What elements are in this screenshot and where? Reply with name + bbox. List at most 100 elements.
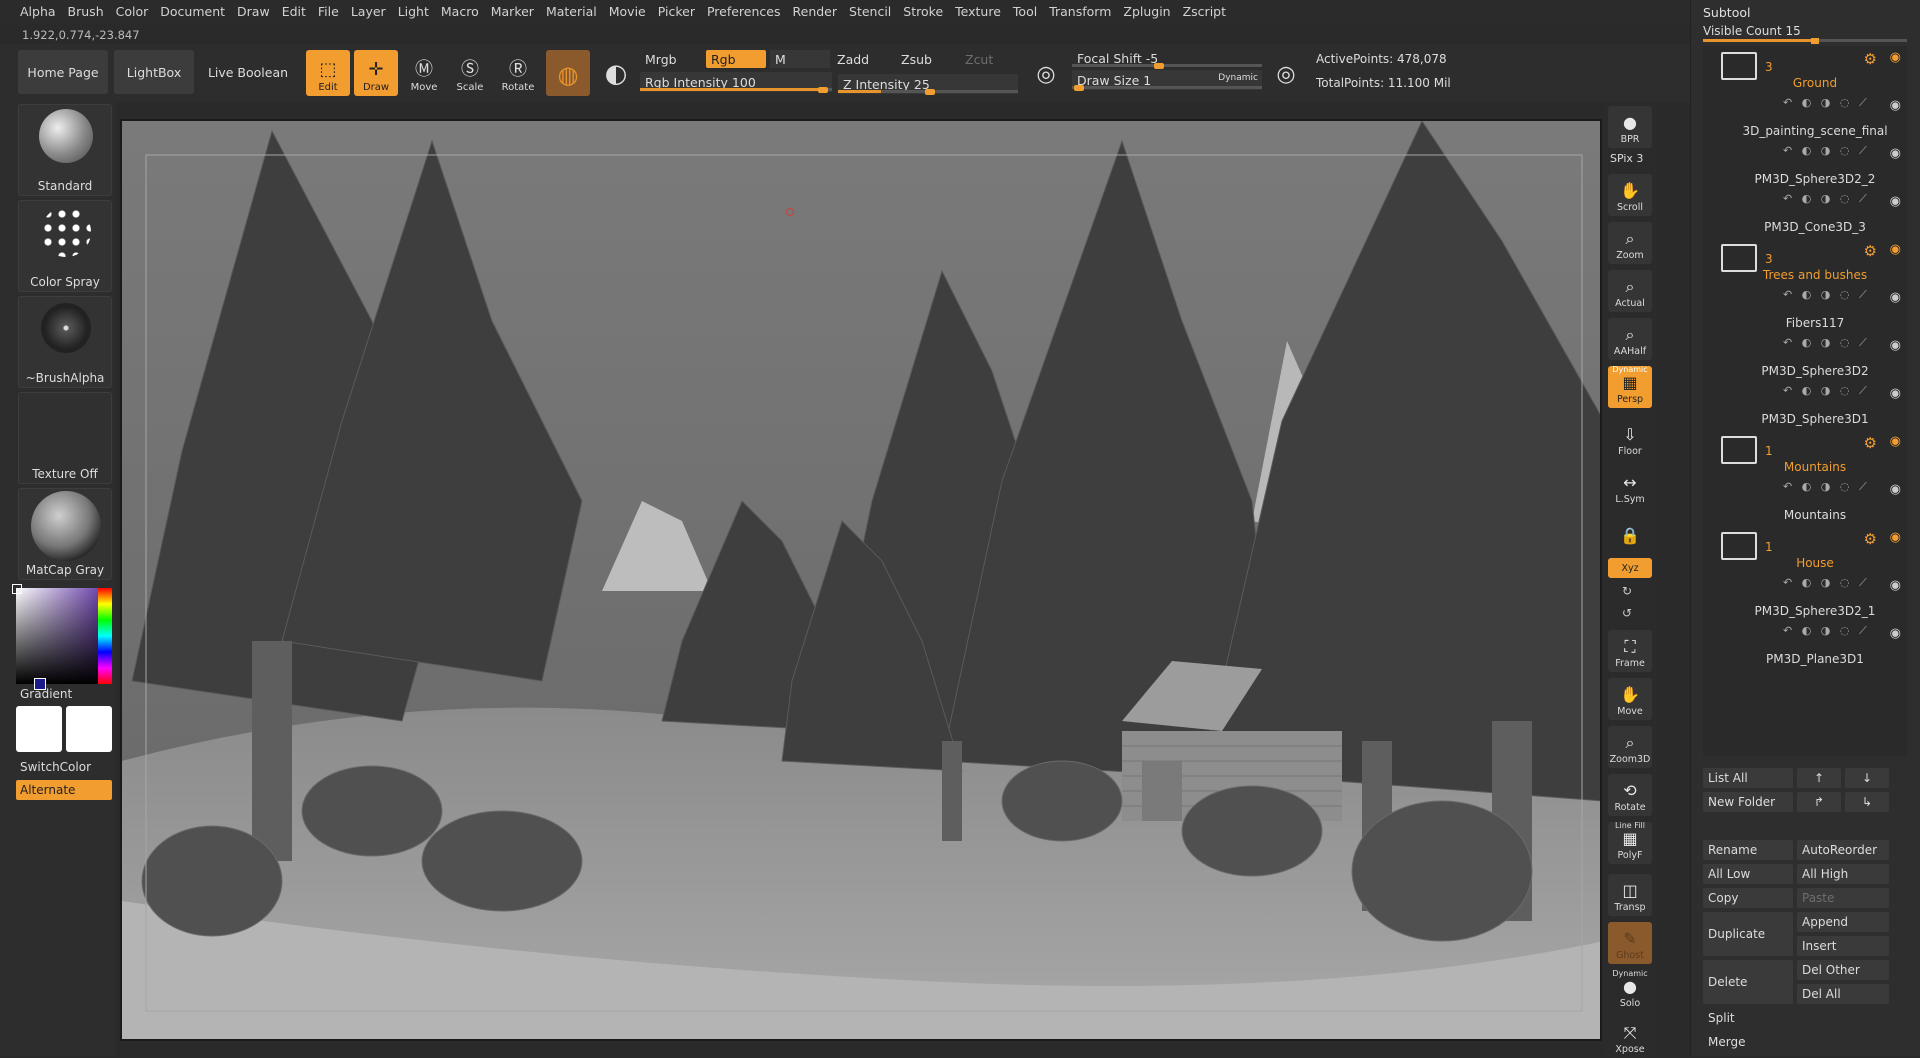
menu-item-file[interactable]: File [312,0,345,24]
menu-item-zscript[interactable]: Zscript [1177,0,1232,24]
switch-color-button[interactable]: SwitchColor [20,760,91,774]
aahalf-button[interactable]: ⌕ AAHalf [1608,318,1652,360]
document-canvas[interactable] [120,119,1602,1041]
list-all-button[interactable]: List All [1703,768,1793,788]
rename-button[interactable]: Rename [1703,840,1793,860]
lsym-button[interactable]: ↔ L.Sym [1608,466,1652,508]
subtool-toggle-icons[interactable]: ↶ ◐ ◑ ◌ ⟋ [1783,192,1870,206]
gear-icon[interactable]: ⚙ [1864,242,1877,260]
lightbox-button[interactable]: LightBox [114,50,194,94]
gear-icon[interactable]: ⚙ [1864,434,1877,452]
rotate-z-icon[interactable]: ↺ [1622,606,1632,620]
hue-bar[interactable] [98,588,112,684]
del-other-button[interactable]: Del Other [1797,960,1889,980]
move-out-folder-button[interactable]: ↳ [1845,792,1889,812]
menu-item-render[interactable]: Render [787,0,844,24]
merge-menu[interactable]: Merge [1703,1032,1907,1052]
subtool-item[interactable]: ↶ ◐ ◑ ◌ ⟋ ◉ PM3D_Plane3D1 [1703,622,1907,670]
rotate-y-icon[interactable]: ↻ [1622,584,1632,598]
spix-slider[interactable]: SPix 3 [1610,152,1643,165]
m-toggle[interactable]: M [770,50,830,68]
draw-size-brush-button[interactable]: ◎ [1266,52,1306,98]
subtool-item[interactable]: ↶ ◐ ◑ ◌ ⟋ ◉ PM3D_Sphere3D1 [1703,382,1907,430]
menu-item-alpha[interactable]: Alpha [14,0,62,24]
menu-item-transform[interactable]: Transform [1043,0,1117,24]
actual-button[interactable]: ⌕ Actual [1608,270,1652,312]
subtool-folder[interactable]: 1 ⚙ ◉ Mountains [1703,430,1907,478]
del-all-button[interactable]: Del All [1797,984,1889,1004]
new-folder-button[interactable]: New Folder [1703,792,1793,812]
secondary-color-swatch[interactable] [66,706,112,752]
subtool-toggle-icons[interactable]: ↶ ◐ ◑ ◌ ⟋ [1783,624,1870,638]
eye-icon[interactable]: ◉ [1890,530,1901,545]
menu-item-brush[interactable]: Brush [62,0,110,24]
draw-size-slider[interactable]: Draw Size 1 Dynamic [1072,70,1262,91]
menu-item-light[interactable]: Light [392,0,435,24]
subtool-title[interactable]: Subtool [1703,5,1750,20]
subtool-item[interactable]: ↶ ◐ ◑ ◌ ⟋ ◉ Fibers117 [1703,286,1907,334]
eye-icon[interactable]: ◉ [1890,146,1901,161]
zsub-toggle[interactable]: Zsub [896,50,956,68]
main-color-swatch[interactable] [16,706,62,752]
persp-button[interactable]: Dynamic ▦ Persp [1608,365,1652,408]
eye-icon[interactable]: ◉ [1890,578,1901,593]
gear-icon[interactable]: ⚙ [1864,530,1877,548]
subtool-item[interactable]: ↶ ◐ ◑ ◌ ⟋ ◉ PM3D_Cone3D_3 [1703,190,1907,238]
menu-item-layer[interactable]: Layer [345,0,392,24]
subtool-item[interactable]: ↶ ◐ ◑ ◌ ⟋ ◉ 3D_painting_scene_final [1703,94,1907,142]
lock-button[interactable]: 🔒 [1608,514,1652,550]
menu-item-stencil[interactable]: Stencil [843,0,897,24]
z-intensity-slider[interactable]: Z Intensity 25 [838,74,1018,95]
eye-icon[interactable]: ◉ [1890,98,1901,113]
zoom-button[interactable]: ⌕ Zoom [1608,222,1652,264]
home-page-button[interactable]: Home Page [18,50,108,94]
gear-icon[interactable]: ⚙ [1864,50,1877,68]
ghost-button[interactable]: ✎ Ghost [1608,922,1652,964]
move-up-button[interactable]: ↑ [1797,768,1841,788]
copy-button[interactable]: Copy [1703,888,1793,908]
subtool-folder[interactable]: 3 ⚙ ◉ Trees and bushes [1703,238,1907,286]
subtool-list[interactable]: 3 ⚙ ◉ Ground ↶ ◐ ◑ ◌ ⟋ ◉ 3D_painting_scene_fin… [1703,46,1907,756]
menu-item-edit[interactable]: Edit [276,0,312,24]
solo-button[interactable]: Dynamic ● Solo [1608,969,1652,1012]
all-low-button[interactable]: All Low [1703,864,1793,884]
menu-item-material[interactable]: Material [540,0,603,24]
paste-button[interactable]: Paste [1797,888,1889,908]
menu-item-document[interactable]: Document [154,0,231,24]
subtool-item[interactable]: ↶ ◐ ◑ ◌ ⟋ ◉ Mountains [1703,478,1907,526]
all-high-button[interactable]: All High [1797,864,1889,884]
eye-icon[interactable]: ◉ [1890,50,1901,65]
color-picker-button[interactable]: ◐ [594,50,638,96]
menu-item-tool[interactable]: Tool [1007,0,1043,24]
menu-item-movie[interactable]: Movie [603,0,652,24]
material-swatch-button[interactable]: ◍ [546,50,590,96]
subtool-toggle-icons[interactable]: ↶ ◐ ◑ ◌ ⟋ [1783,144,1870,158]
draw-mode-button[interactable]: ✛ Draw [354,50,398,96]
move-down-button[interactable]: ↓ [1845,768,1889,788]
move-view-button[interactable]: ✋ Move [1608,678,1652,720]
polyf-button[interactable]: Line Fill ▦ PolyF [1608,821,1652,864]
eye-icon[interactable]: ◉ [1890,242,1901,257]
subtool-item[interactable]: ↶ ◐ ◑ ◌ ⟋ ◉ PM3D_Sphere3D2 [1703,334,1907,382]
menu-item-picker[interactable]: Picker [652,0,701,24]
menu-item-marker[interactable]: Marker [485,0,540,24]
xpose-button[interactable]: ⤧ Xpose [1608,1016,1652,1058]
menu-item-stroke[interactable]: Stroke [897,0,949,24]
alpha-thumbnail[interactable]: ~BrushAlpha [18,296,112,388]
subtool-item[interactable]: ↶ ◐ ◑ ◌ ⟋ ◉ PM3D_Sphere3D2_2 [1703,142,1907,190]
duplicate-button[interactable]: Duplicate [1703,912,1793,956]
frame-button[interactable]: ⛶ Frame [1608,630,1652,672]
rotate-view-button[interactable]: ⟲ Rotate [1608,774,1652,816]
live-boolean-button[interactable]: Live Boolean [200,50,296,94]
move-into-folder-button[interactable]: ↱ [1797,792,1841,812]
scroll-button[interactable]: ✋ Scroll [1608,174,1652,216]
edit-mode-button[interactable]: ⬚ Edit [306,50,350,96]
floor-button[interactable]: ⇩ Floor [1608,418,1652,460]
transp-button[interactable]: ◫ Transp [1608,874,1652,916]
stroke-thumbnail[interactable]: Color Spray [18,200,112,292]
eye-icon[interactable]: ◉ [1890,290,1901,305]
material-thumbnail[interactable]: MatCap Gray [18,488,112,580]
subtool-folder[interactable]: 1 ⚙ ◉ House [1703,526,1907,574]
menu-item-texture[interactable]: Texture [949,0,1007,24]
eye-icon[interactable]: ◉ [1890,434,1901,449]
